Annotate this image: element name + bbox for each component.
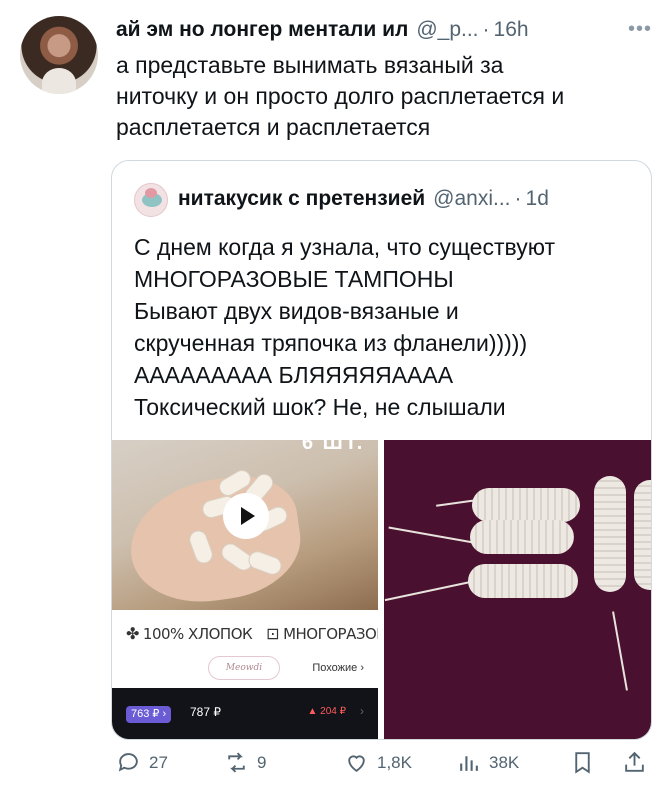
tampon-image [634,480,651,590]
quoted-time: 1d [525,187,549,210]
product-labels: ✤ 100% ХЛОПОК ⊡ МНОГОРАЗОВЫЕ Meowdi Похо… [112,610,378,688]
label-cotton: 100% ХЛОПОК [142,624,253,643]
tampon-image [470,520,574,554]
heart-icon [348,755,365,772]
repost-count: 9 [257,752,267,772]
quoted-author-name: нитакусик с претензией [178,187,426,210]
like-count: 1,8K [377,752,412,772]
views-icon [460,756,478,771]
tweet-header: ай эм но лонгер ментали ил @_p... · 16h … [116,14,652,46]
cotton-icon: ✤ [126,624,139,643]
tweet-avatar[interactable] [20,16,98,94]
bookmark-button[interactable] [570,750,603,775]
price-delta: ▲ 204 ₽ [307,706,346,717]
market-bar: 763 ₽ › 787 ₽ ▲ 204 ₽ › [112,688,378,739]
reply-count: 27 [149,752,168,772]
views-count: 38K [489,752,520,772]
similar-link[interactable]: Похожие › [312,662,364,674]
quoted-header: нитакусик с претензией @anxi... · 1d [178,187,549,211]
washer-icon: ⊡ [266,624,280,643]
reply-icon [118,753,138,772]
tampon-image [594,476,626,592]
tweet-text: а представьте вынимать вязаный за ниточк… [116,52,565,140]
chevron-right-icon[interactable]: › [360,704,364,718]
photo-caption: 6 ШТ. [302,440,365,454]
price: 787 ₽ [190,705,221,719]
share-button[interactable] [622,750,655,775]
reply-button[interactable]: 27 [116,750,168,775]
quoted-avatar [134,183,168,217]
tampon-image [472,488,580,522]
separator-dot: · [482,18,490,41]
repost-icon [228,752,245,773]
more-icon[interactable]: ••• [628,18,652,41]
views-button[interactable]: 38K [456,750,519,775]
like-button[interactable]: 1,8K [344,750,412,775]
share-icon [625,751,644,772]
post-time[interactable]: 16h [494,18,529,42]
quoted-handle: @anxi... [433,187,511,210]
price-badge[interactable]: 763 ₽ › [126,706,172,723]
author-name[interactable]: ай эм но лонгер ментали ил [116,18,408,42]
bookmark-icon [575,752,590,774]
brand-logo: Meowdi [208,656,280,680]
media-photo[interactable] [384,440,651,739]
repost-button[interactable]: 9 [224,750,266,775]
product-photo: 6 ШТ. [112,440,378,612]
media-video[interactable]: 6 ШТ. ✤ 100% ХЛОПОК ⊡ МНОГОРАЗОВЫЕ Meo [112,440,378,739]
tampon-image [468,564,578,598]
action-bar: 27 9 1,8K 38K [116,750,652,784]
author-handle[interactable]: @_p... [416,18,478,42]
quoted-text: С днем когда я узнала, что существуют МН… [134,234,555,420]
quoted-tweet[interactable]: нитакусик с претензией @anxi... · 1d С д… [111,160,652,740]
play-button[interactable] [223,493,269,539]
separator-dot: · [514,187,522,210]
label-reusable: МНОГОРАЗОВЫЕ [283,624,378,643]
